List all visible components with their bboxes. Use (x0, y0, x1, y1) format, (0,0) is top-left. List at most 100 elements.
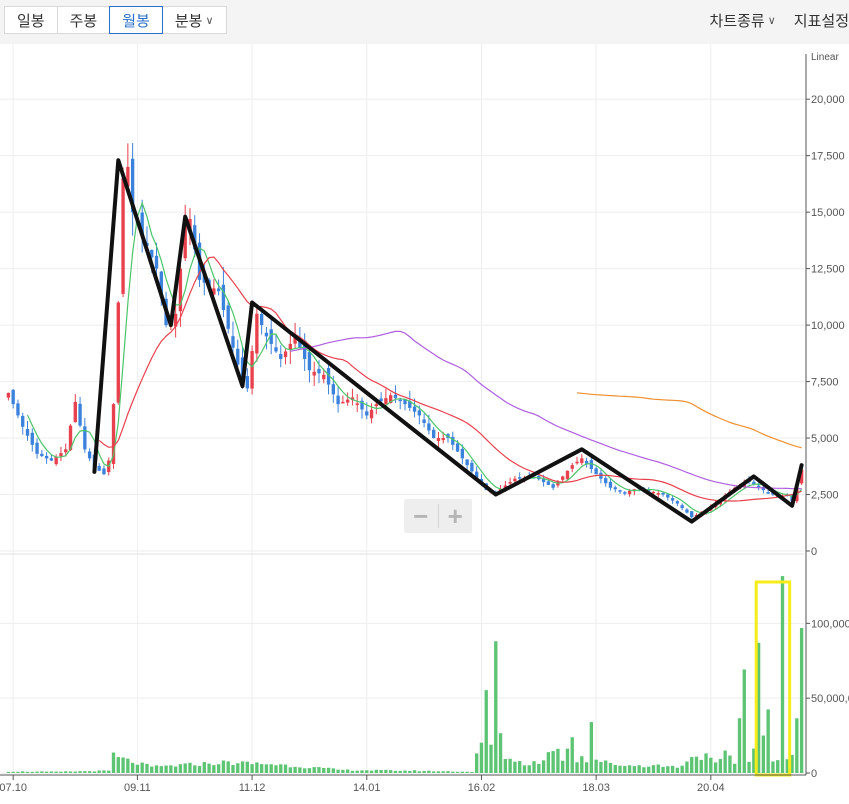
candle (575, 456, 579, 465)
volume-bar (355, 770, 359, 773)
volume-bar (388, 770, 393, 773)
time-tick-label: 07.10 (0, 782, 27, 794)
volume-bar (780, 576, 785, 773)
candle-body (87, 451, 92, 459)
candle-body (685, 509, 689, 513)
candle-body (675, 501, 680, 504)
volume-bar (336, 769, 340, 773)
chevron-down-icon: ∨ (767, 14, 776, 27)
indicator-settings-menu[interactable]: 지표설정 (794, 6, 849, 34)
volume-bar (350, 770, 355, 773)
volume-bar (412, 770, 417, 773)
candle-body (264, 332, 269, 337)
stock-chart[interactable]: Linear 0 2,500 5,000 7,500 10,000 12,500 15,000… (0, 44, 849, 804)
volume-bar (685, 761, 689, 773)
candle (16, 399, 20, 419)
candle-body (561, 476, 565, 480)
volume-bar (264, 764, 269, 773)
volume-bar (345, 769, 350, 773)
candle-body (255, 313, 259, 354)
candle-body (121, 178, 125, 294)
candle (30, 428, 34, 452)
candle-body (59, 453, 63, 457)
volume-bar (11, 771, 15, 773)
volume-bar (513, 761, 517, 773)
volume-bar (379, 770, 383, 773)
candle (279, 345, 283, 368)
volume-bar (694, 756, 699, 773)
candle (680, 503, 684, 511)
candle (226, 301, 230, 334)
volume-bar (25, 771, 30, 773)
volume-bar (537, 763, 541, 773)
volume-bar (274, 765, 278, 773)
volume-bar (465, 771, 469, 773)
volume-bar (312, 767, 316, 773)
chart-type-menu[interactable]: 차트종류 ∨ (710, 6, 776, 34)
candle-body (623, 492, 627, 494)
candle (326, 364, 331, 395)
period-button-monthly[interactable]: 월봉 (109, 6, 163, 34)
volume-bar (398, 770, 402, 773)
volume-bar (283, 764, 288, 773)
candle (594, 466, 598, 475)
volume-bar (532, 761, 536, 773)
volume-bar (307, 768, 312, 773)
candle (312, 361, 316, 386)
candle-body (766, 492, 770, 494)
volume-bar (221, 760, 226, 773)
volume-bar (623, 765, 627, 773)
candle-body (21, 415, 25, 427)
volume-bar (87, 771, 92, 773)
volume-bar (747, 761, 751, 773)
volume-bar (73, 771, 77, 773)
volume-bar (455, 771, 460, 773)
period-button-minute[interactable]: 분봉 ∨ (161, 6, 227, 34)
volume-bar (733, 763, 737, 773)
candle-body (307, 351, 312, 371)
candle-body (460, 448, 465, 459)
candle (250, 345, 254, 395)
volume-bar (608, 762, 613, 773)
volume-bar (728, 755, 732, 773)
candle-body (656, 493, 660, 495)
candle (6, 392, 11, 401)
period-button-daily[interactable]: 일봉 (4, 6, 58, 34)
volume-bar (240, 761, 245, 773)
candle-body (604, 478, 608, 484)
zoom-in-button[interactable]: + (438, 499, 472, 533)
candle-body (221, 284, 226, 311)
volume-bar (207, 763, 211, 773)
volume-bar (422, 770, 426, 773)
volume-bar (121, 757, 125, 773)
volume-bar (322, 767, 326, 773)
candle (121, 167, 125, 298)
price-tick-label: 2,500 (811, 490, 839, 502)
candle-body (422, 419, 426, 423)
candle-body (551, 484, 555, 488)
candle-body (627, 490, 632, 495)
volume-bar (546, 752, 551, 773)
volume-bar (427, 770, 431, 773)
candle (73, 394, 77, 423)
candle-body (250, 351, 254, 389)
candle-body (369, 409, 374, 419)
trend-line-annotation (92, 158, 804, 524)
volume-bar (661, 766, 665, 773)
period-button-weekly[interactable]: 주봉 (56, 6, 111, 34)
time-tick-label: 18.03 (582, 782, 610, 794)
volume-bar (64, 771, 68, 773)
chart-toolbar: 일봉 주봉 월봉 분봉 ∨ 차트종류 ∨ 지표설정 (0, 0, 849, 44)
zoom-out-button[interactable]: − (404, 499, 438, 533)
candle-body (345, 399, 350, 403)
volume-bar (604, 760, 608, 773)
candle-body (279, 353, 283, 359)
volume-bar (231, 765, 235, 773)
volume-bar (556, 748, 560, 773)
period-selector: 일봉 주봉 월봉 분봉 ∨ (4, 6, 227, 34)
chart-type-label: 차트종류 (709, 12, 765, 30)
volume-bar (618, 765, 622, 773)
volume-bar (799, 628, 804, 773)
volume-tick-label: 100,000, (811, 618, 849, 630)
candle-body (245, 376, 249, 389)
